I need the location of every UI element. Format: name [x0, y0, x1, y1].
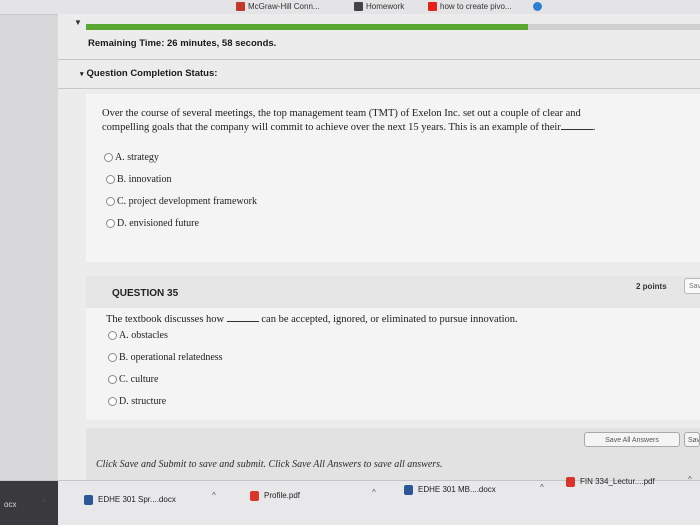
- question-35: The textbook discusses how can be accept…: [86, 308, 700, 420]
- chevron-up-icon[interactable]: ^: [688, 475, 692, 484]
- pdf-icon: [250, 491, 259, 501]
- option-label: C. project development framework: [117, 196, 257, 207]
- bookmark-mcgraw-hill[interactable]: McGraw-Hill Conn...: [236, 1, 320, 13]
- download-label: ocx: [4, 500, 17, 509]
- chevron-up-icon[interactable]: ^: [372, 488, 376, 497]
- bookmark-homework[interactable]: Homework: [354, 1, 404, 13]
- answer-blank: [560, 120, 593, 130]
- save-all-answers-button[interactable]: Save All Answers: [584, 432, 680, 447]
- download-label: Profile.pdf: [264, 491, 301, 501]
- option-label: D. structure: [119, 396, 167, 407]
- option-label: C. culture: [119, 374, 159, 385]
- divider: [58, 88, 700, 89]
- save-and-submit-button[interactable]: Save and: [684, 432, 700, 447]
- chevron-up-icon[interactable]: ^: [540, 483, 544, 492]
- question-34: Over the course of several meetings, the…: [86, 94, 700, 262]
- question-text: The textbook discusses how: [106, 314, 225, 325]
- points-label: 2 points: [636, 282, 667, 291]
- download-label: EDHE 301 Spr....docx: [98, 495, 176, 505]
- answer-blank: [226, 312, 259, 322]
- download-item[interactable]: Profile.pdf: [250, 491, 300, 501]
- option-label: B. innovation: [117, 174, 172, 185]
- bookmark-pivot[interactable]: how to create pivo...: [428, 1, 512, 13]
- option-d[interactable]: D. envisioned future: [106, 218, 199, 229]
- download-item[interactable]: FIN 334_Lectur....pdf: [566, 477, 655, 487]
- radio-button[interactable]: [104, 153, 113, 163]
- radio-button[interactable]: [108, 353, 117, 363]
- remaining-time: Remaining Time: 26 minutes, 58 seconds.: [88, 38, 277, 49]
- radio-button[interactable]: [106, 197, 115, 207]
- progress-fill: [86, 24, 529, 30]
- option-a[interactable]: A. obstacles: [108, 330, 168, 341]
- option-c[interactable]: C. project development framework: [106, 196, 257, 207]
- question-title: QUESTION 35: [112, 288, 179, 299]
- radio-button[interactable]: [106, 219, 115, 229]
- bookmark-extra[interactable]: [533, 1, 545, 13]
- bookmark-label: Homework: [366, 2, 405, 11]
- radio-button[interactable]: [108, 375, 117, 385]
- collapse-arrow-icon[interactable]: ▼: [74, 18, 82, 27]
- download-item[interactable]: EDHE 301 MB....docx: [404, 485, 496, 495]
- option-c[interactable]: C. culture: [108, 374, 158, 385]
- option-a[interactable]: A. strategy: [104, 152, 159, 163]
- chevron-down-icon: ▾: [80, 71, 84, 78]
- download-label: FIN 334_Lectur....pdf: [580, 477, 655, 487]
- question-34-text: Over the course of several meetings, the…: [102, 108, 602, 134]
- option-label: D. envisioned future: [117, 218, 199, 229]
- question-text-end: can be accepted, ignored, or eliminated …: [261, 314, 518, 325]
- download-label: EDHE 301 MB....docx: [418, 485, 496, 495]
- radio-button[interactable]: [108, 397, 117, 407]
- download-item[interactable]: EDHE 301 Spr....docx: [84, 495, 176, 505]
- chevron-up-icon[interactable]: ^: [212, 491, 216, 500]
- radio-button[interactable]: [106, 175, 115, 185]
- completion-status-label: Question Completion Status:: [86, 68, 218, 79]
- option-b[interactable]: B. operational relatedness: [108, 352, 223, 363]
- document-icon: [354, 2, 363, 12]
- bookmarks-bar: McGraw-Hill Conn... Homework how to crea…: [0, 0, 700, 15]
- youtube-icon: [428, 2, 437, 12]
- completion-status-toggle[interactable]: ▾ Question Completion Status:: [80, 68, 217, 79]
- bookmark-label: McGraw-Hill Conn...: [248, 2, 320, 11]
- question-35-text: The textbook discusses how can be accept…: [106, 312, 666, 326]
- option-d[interactable]: D. structure: [108, 396, 166, 407]
- option-label: A. obstacles: [119, 330, 168, 341]
- question-text: Over the course of several meetings, the…: [102, 108, 581, 133]
- progress-track: [86, 24, 700, 30]
- pdf-icon: [566, 477, 575, 487]
- downloads-bar: ocx ^ EDHE 301 Spr....docx ^ Profile.pdf…: [0, 475, 700, 525]
- mcgraw-hill-icon: [236, 2, 245, 12]
- question-35-header: QUESTION 35 2 points Save: [86, 276, 700, 308]
- divider: [58, 59, 700, 60]
- chevron-up-icon[interactable]: ^: [42, 498, 46, 507]
- assessment-page: ▼ Remaining Time: 26 minutes, 58 seconds…: [58, 14, 700, 480]
- option-b[interactable]: B. innovation: [106, 174, 171, 185]
- option-label: B. operational relatedness: [119, 352, 223, 363]
- radio-button[interactable]: [108, 331, 117, 341]
- screen: McGraw-Hill Conn... Homework how to crea…: [0, 0, 700, 525]
- submit-footer: Save All Answers Save and Click Save and…: [86, 428, 700, 480]
- circle-icon: [533, 2, 542, 12]
- option-label: A. strategy: [115, 152, 159, 163]
- word-doc-icon: [404, 485, 413, 495]
- download-item[interactable]: ocx: [4, 500, 16, 509]
- footer-instructions: Click Save and Submit to save and submit…: [96, 459, 443, 470]
- word-doc-icon: [84, 495, 93, 505]
- save-button[interactable]: Save: [684, 278, 700, 294]
- question-text-end: .: [592, 122, 596, 133]
- bookmark-label: how to create pivo...: [440, 2, 512, 11]
